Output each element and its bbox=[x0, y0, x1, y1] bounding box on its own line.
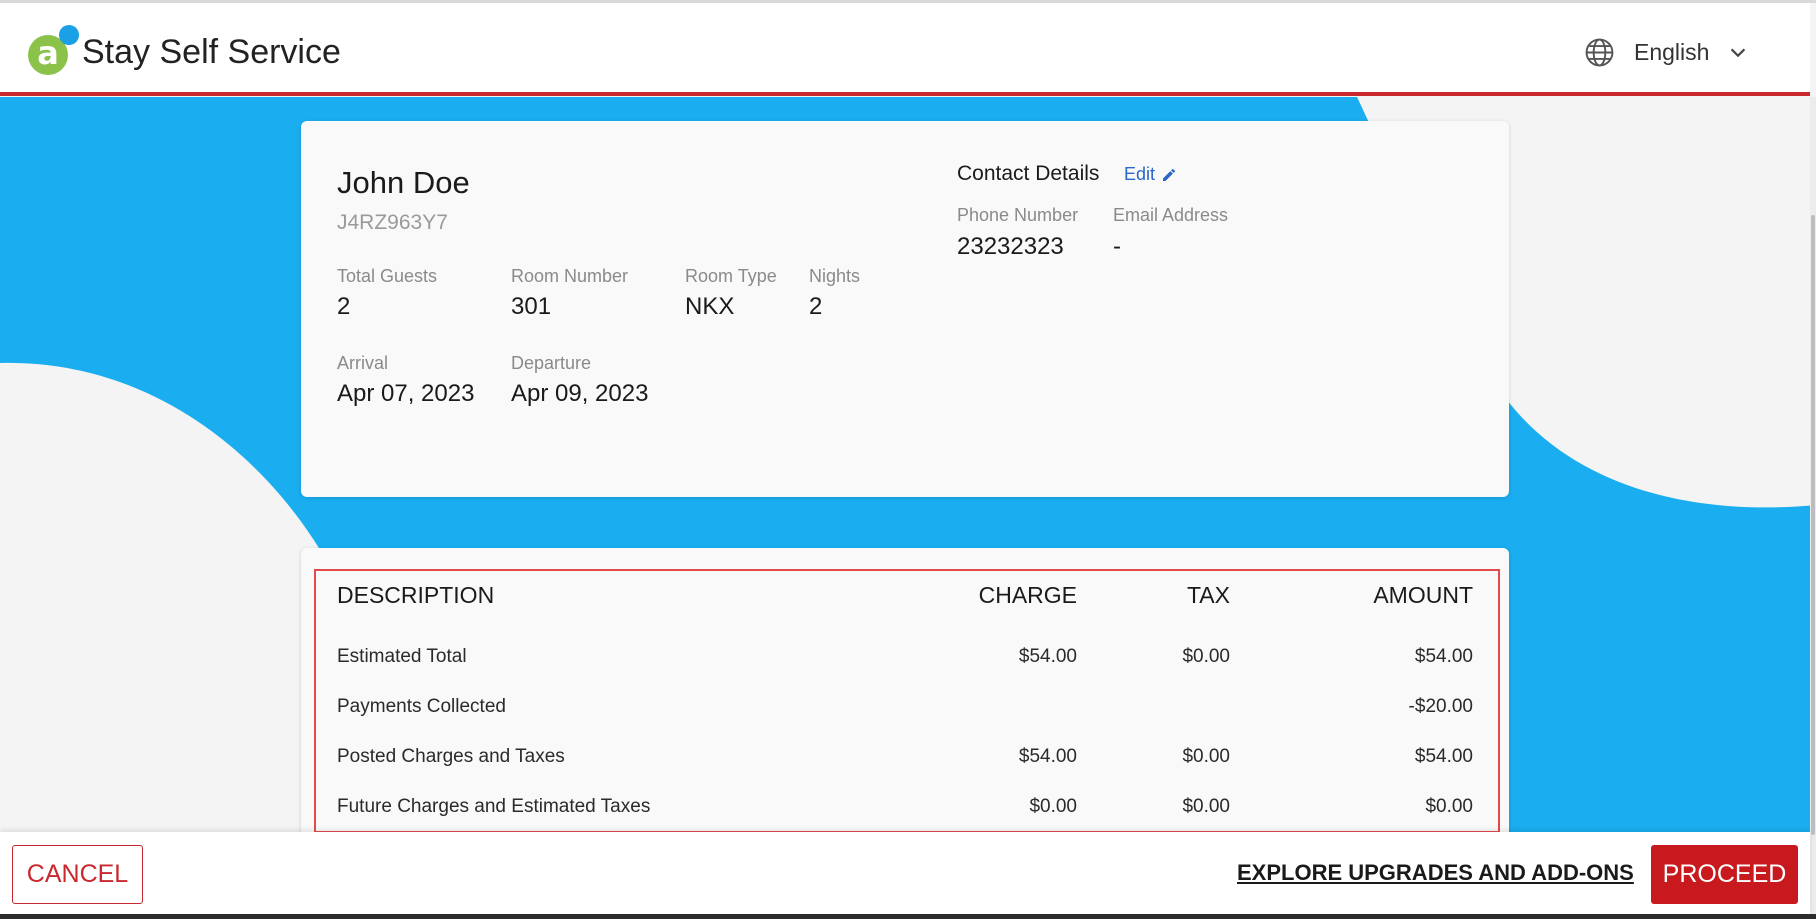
brand-title: Stay Self Service bbox=[82, 33, 341, 71]
header-amount: AMOUNT bbox=[1373, 582, 1473, 608]
row-description: Future Charges and Estimated Taxes bbox=[337, 796, 651, 817]
room-number-label: Room Number bbox=[511, 266, 629, 286]
room-number-value: 301 bbox=[511, 293, 552, 320]
row-description: Payments Collected bbox=[337, 696, 506, 717]
header-description: DESCRIPTION bbox=[337, 582, 495, 608]
row-description: Estimated Total bbox=[337, 646, 467, 667]
footer-bar: CANCEL EXPLORE UPGRADES AND ADD-ONS PROC… bbox=[0, 832, 1810, 914]
row-tax: $0.00 bbox=[1182, 796, 1230, 817]
phone-label: Phone Number bbox=[957, 205, 1079, 225]
explore-upgrades-link[interactable]: EXPLORE UPGRADES AND ADD-ONS bbox=[1237, 860, 1634, 886]
proceed-button[interactable]: PROCEED bbox=[1651, 845, 1798, 904]
reservation-card: John Doe J4RZ963Y7 Total Guests 2 Room N… bbox=[301, 121, 1509, 497]
row-amount: $54.00 bbox=[1414, 746, 1473, 767]
edit-label: Edit bbox=[1124, 164, 1156, 184]
logo: a bbox=[28, 25, 82, 75]
edit-contact-button[interactable]: Edit bbox=[1124, 164, 1177, 185]
arrival-label: Arrival bbox=[337, 353, 389, 373]
row-amount: $0.00 bbox=[1425, 796, 1473, 817]
email-value: - bbox=[1113, 233, 1121, 260]
scrollbar-thumb[interactable] bbox=[1811, 215, 1815, 835]
chevron-down-icon[interactable] bbox=[1727, 42, 1749, 64]
row-tax: $0.00 bbox=[1182, 646, 1230, 667]
globe-icon[interactable] bbox=[1584, 37, 1615, 68]
total-guests-label: Total Guests bbox=[337, 266, 438, 286]
confirmation-number: J4RZ963Y7 bbox=[337, 211, 448, 234]
phone-value: 23232323 bbox=[957, 233, 1064, 260]
row-amount: -$20.00 bbox=[1408, 696, 1473, 717]
row-tax: $0.00 bbox=[1182, 746, 1230, 767]
row-charge: $54.00 bbox=[1018, 646, 1077, 667]
arrival-value: Apr 07, 2023 bbox=[337, 380, 475, 407]
departure-label: Departure bbox=[511, 353, 592, 373]
cancel-button[interactable]: CANCEL bbox=[12, 845, 143, 904]
logo-dot bbox=[59, 25, 79, 45]
guest-name: John Doe bbox=[337, 165, 470, 200]
room-type-value: NKX bbox=[685, 293, 735, 320]
nights-value: 2 bbox=[809, 293, 823, 320]
row-charge: $54.00 bbox=[1018, 746, 1077, 767]
email-label: Email Address bbox=[1113, 205, 1229, 225]
contact-details-title: Contact Details bbox=[957, 162, 1100, 185]
row-charge: $0.00 bbox=[1029, 796, 1077, 817]
language-selector[interactable]: English bbox=[1634, 39, 1709, 66]
taskbar-strip bbox=[0, 914, 1816, 919]
total-guests-value: 2 bbox=[337, 293, 351, 320]
nights-label: Nights bbox=[809, 266, 861, 286]
row-amount: $54.00 bbox=[1414, 646, 1473, 667]
header-tax: TAX bbox=[1186, 582, 1230, 608]
pencil-icon bbox=[1163, 168, 1176, 181]
row-description: Posted Charges and Taxes bbox=[337, 746, 565, 767]
departure-value: Apr 09, 2023 bbox=[511, 380, 649, 407]
header-charge: CHARGE bbox=[978, 582, 1077, 608]
room-type-label: Room Type bbox=[685, 266, 777, 286]
app-header: a Stay Self Service English bbox=[0, 3, 1810, 96]
